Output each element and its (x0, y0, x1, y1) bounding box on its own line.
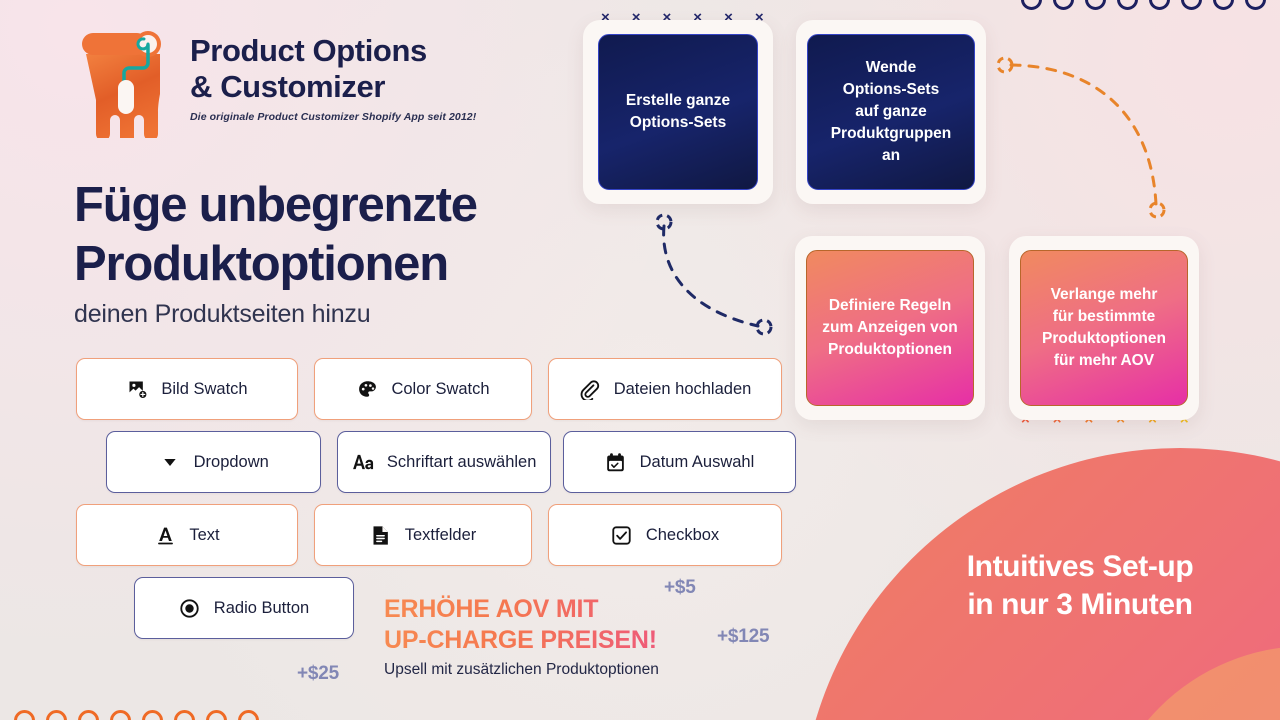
document-lines-icon (370, 524, 392, 546)
dot-circle-icon (14, 710, 35, 720)
dot-circle-icon (1021, 0, 1042, 10)
page-title: Füge unbegrenzte Produktoptionen (74, 178, 478, 291)
feature-card-text: Definiere Regeln zum Anzeigen von Produk… (806, 250, 974, 406)
chip-row: Dropdown Schriftart auswählen Datum Ausw… (76, 431, 796, 493)
chip-textfelder[interactable]: Textfelder (314, 504, 532, 566)
chip-row: Text Textfelder Checkbox (76, 504, 796, 566)
paint-roller-icon (82, 31, 161, 138)
dot-circle-icon (1149, 0, 1170, 10)
brand-logo-block: Product Options & Customizer Die origina… (74, 26, 476, 138)
checkbox-icon (611, 524, 633, 546)
chip-schriftart-auswaehlen[interactable]: Schriftart auswählen (337, 431, 551, 493)
chip-label: Checkbox (645, 525, 720, 544)
aov-subtext: Upsell mit zusätzlichen Produktoptionen (384, 661, 659, 678)
text-underline-icon (154, 524, 176, 546)
caret-down-icon (159, 451, 181, 473)
feature-card-text: Verlange mehr für bestimmte Produktoptio… (1020, 250, 1188, 406)
font-aa-icon (352, 451, 374, 473)
hero-banner: × × × × × × × × × × × × (0, 0, 1280, 720)
dot-circle-icon (110, 710, 131, 720)
paperclip-icon (579, 378, 601, 400)
brand-title-line1: Product Options (190, 33, 427, 68)
chip-datum-auswahl[interactable]: Datum Auswahl (562, 431, 796, 493)
dot-circle-icon (46, 710, 67, 720)
chip-radio-button[interactable]: Radio Button (134, 577, 354, 639)
calendar-check-icon (605, 451, 627, 473)
dot-circle-icon (174, 710, 195, 720)
dot-circle-icon (1117, 0, 1138, 10)
dot-circle-icon (206, 710, 227, 720)
brand-title: Product Options & Customizer (190, 26, 476, 106)
chip-label: Datum Auswahl (639, 452, 755, 471)
chip-label: Bild Swatch (161, 379, 248, 398)
chip-row: Bild Swatch Color Swatch Dateien hochlad… (76, 358, 796, 420)
feature-card-aov[interactable]: Verlange mehr für bestimmte Produktoptio… (1009, 236, 1199, 420)
dot-circle-icon (1085, 0, 1106, 10)
dot-circle-icon (1181, 0, 1202, 10)
dot-circle-icon (142, 710, 163, 720)
chip-dateien-hochladen[interactable]: Dateien hochladen (548, 358, 782, 420)
dashed-arrow-orange (996, 56, 1166, 219)
dot-circle-icon (78, 710, 99, 720)
price-tag-5: +$5 (664, 577, 696, 598)
dot-circle-icon (1213, 0, 1234, 10)
price-tag-125: +$125 (717, 626, 770, 647)
page-subtitle: deinen Produktseiten hinzu (74, 300, 371, 328)
dot-circle-icon (1053, 0, 1074, 10)
brand-title-line2: & Customizer (190, 69, 386, 105)
feature-card-product-groups[interactable]: Wende Options-Sets auf ganze Produktgrup… (796, 20, 986, 204)
feature-card-text: Wende Options-Sets auf ganze Produktgrup… (807, 34, 975, 190)
chip-label: Color Swatch (391, 379, 490, 398)
chip-checkbox[interactable]: Checkbox (548, 504, 782, 566)
feature-card-options-sets[interactable]: Erstelle ganze Options-Sets (583, 20, 773, 204)
feature-card-text: Erstelle ganze Options-Sets (598, 34, 758, 190)
chip-text[interactable]: Text (76, 504, 298, 566)
chip-label: Textfelder (404, 525, 477, 544)
dashed-arrow-navy (655, 213, 773, 336)
chip-label: Dropdown (193, 452, 269, 471)
decorative-dots-bottom-left (14, 710, 259, 720)
decorative-dots-top-right (1021, 0, 1266, 10)
chip-label: Radio Button (213, 598, 310, 617)
chip-label: Schriftart auswählen (386, 452, 537, 471)
image-add-icon (126, 378, 148, 400)
chip-label: Dateien hochladen (613, 379, 752, 398)
chip-color-swatch[interactable]: Color Swatch (314, 358, 532, 420)
chip-bild-swatch[interactable]: Bild Swatch (76, 358, 298, 420)
radio-button-icon (179, 597, 201, 619)
palette-icon (356, 378, 378, 400)
chip-dropdown[interactable]: Dropdown (106, 431, 322, 493)
intuitive-setup-callout: Intuitives Set-up in nur 3 Minuten (966, 550, 1194, 622)
brand-tagline: Die originale Product Customizer Shopify… (190, 110, 477, 123)
price-tag-25: +$25 (297, 663, 339, 684)
dot-circle-icon (238, 710, 259, 720)
chip-label: Text (189, 525, 220, 544)
dot-circle-icon (1245, 0, 1266, 10)
feature-card-rules[interactable]: Definiere Regeln zum Anzeigen von Produk… (795, 236, 985, 420)
